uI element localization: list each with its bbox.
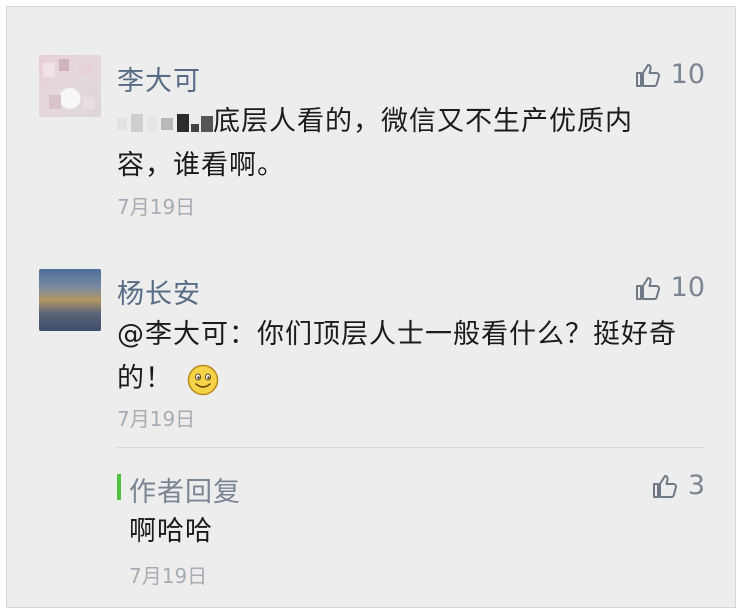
comment-text: @李大可：你们顶层人士一般看什么？挺好奇 的！	[117, 313, 677, 401]
comment-text-line1: 底层人看的，微信又不生产优质内	[213, 106, 633, 137]
redacted-text	[117, 110, 213, 136]
reply-date: 7月19日	[129, 564, 208, 588]
like-button[interactable]: 3	[652, 470, 705, 501]
smiley-face-icon	[187, 364, 219, 395]
avatar[interactable]	[39, 55, 101, 117]
comment-date: 7月19日	[117, 195, 196, 219]
comment-text-line2: 的！	[117, 363, 173, 394]
commenter-name[interactable]: 李大可	[117, 59, 201, 98]
like-count: 10	[670, 59, 705, 90]
like-button[interactable]: 10	[635, 59, 705, 90]
like-count: 10	[670, 272, 705, 303]
reply-accent-bar	[117, 474, 121, 500]
commenter-name[interactable]: 杨长安	[117, 272, 201, 311]
thumbs-up-icon	[635, 276, 660, 300]
divider	[117, 447, 705, 448]
reply-text: 啊哈哈	[129, 516, 213, 547]
comment-date: 7月19日	[117, 407, 196, 431]
thumbs-up-icon	[652, 474, 677, 498]
comment-text: 底层人看的，微信又不生产优质内 容，谁看啊。	[117, 100, 633, 188]
thumbs-up-icon	[635, 63, 660, 87]
comments-panel: 李大可 10 底层人看的，微信又不生产优质内 容，谁看啊。 7月19日 杨长安	[6, 6, 736, 608]
comment-text-line1: @李大可：你们顶层人士一般看什么？挺好奇	[117, 319, 677, 350]
like-button[interactable]: 10	[635, 272, 705, 303]
reply-title: 作者回复	[129, 477, 241, 508]
comment-text-line2: 容，谁看啊。	[117, 150, 285, 181]
avatar[interactable]	[39, 269, 101, 331]
like-count: 3	[687, 470, 705, 501]
